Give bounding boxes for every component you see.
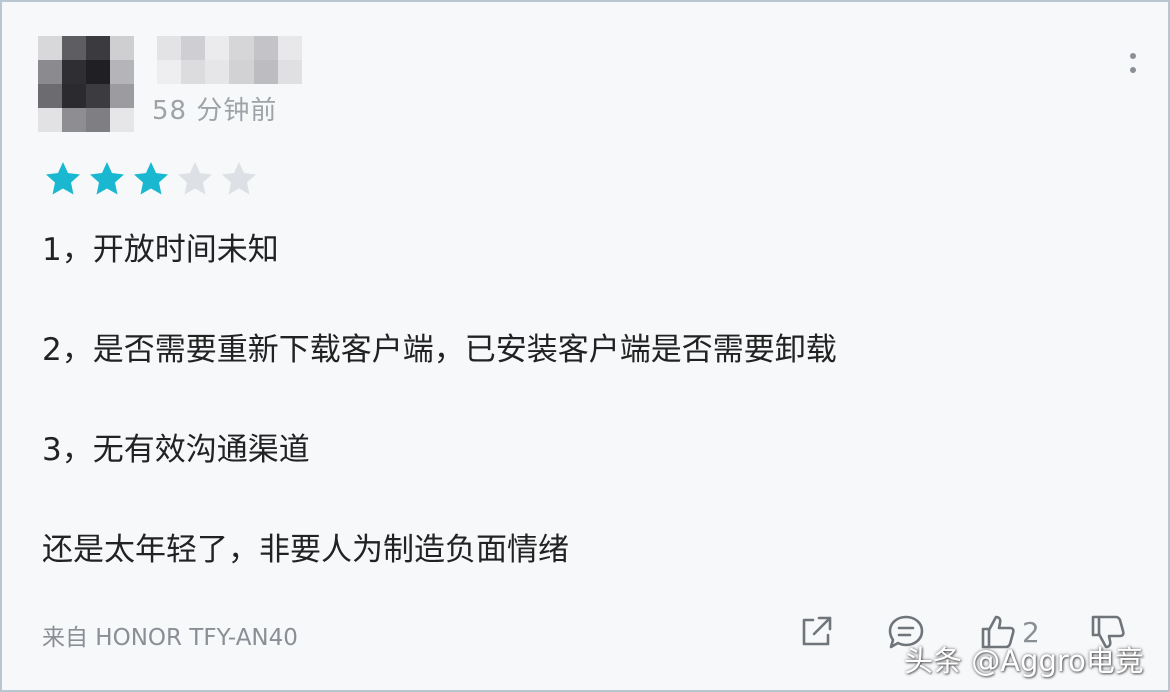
watermark: 头条 @Aggro电竞 [904, 644, 1144, 678]
device-label: 来自 HONOR TFY-AN40 [42, 625, 298, 651]
star-empty-icon [178, 162, 212, 195]
star-filled-icon [134, 162, 168, 195]
avatar[interactable] [38, 36, 134, 132]
more-icon[interactable] [1122, 46, 1144, 80]
comment-line-2: 2，是否需要重新下载客户端，已安装客户端是否需要卸载 [42, 332, 837, 368]
comment-line-3: 3，无有效沟通渠道 [42, 432, 310, 468]
comment-body: 1，开放时间未知 2，是否需要重新下载客户端，已安装客户端是否需要卸载 3，无有… [42, 224, 837, 576]
share-icon [802, 616, 832, 646]
comment-line-1: 1，开放时间未知 [42, 232, 279, 268]
username-blurred[interactable] [157, 36, 302, 84]
star-empty-icon [222, 162, 256, 195]
comment-line-4: 还是太年轻了，非要人为制造负面情绪 [42, 532, 569, 568]
share-button[interactable] [796, 610, 836, 654]
star-filled-icon [46, 162, 80, 195]
star-filled-icon [90, 162, 124, 195]
comment-card: 58 分钟前 1，开放时间未知 2，是否需要重新下载客户端，已安装客户端是否需要… [0, 0, 1170, 692]
timestamp: 58 分钟前 [152, 96, 278, 126]
star-rating [44, 160, 258, 198]
